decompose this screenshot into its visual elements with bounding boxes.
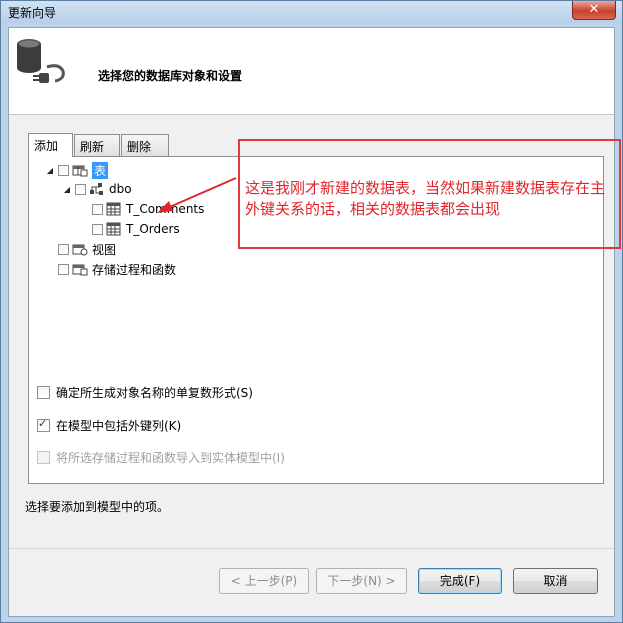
hint-text: 选择要添加到模型中的项。: [25, 500, 170, 514]
tab-refresh[interactable]: 刷新: [74, 134, 120, 156]
option-pluralize[interactable]: 确定所生成对象名称的单复数形式(S): [37, 383, 253, 401]
annotation-text: 这是我刚才新建的数据表，当然如果新建数据表存在主外键关系的话，相关的数据表都会出…: [245, 179, 606, 218]
table-icon: [106, 202, 121, 216]
foreign-keys-checkbox[interactable]: [37, 417, 50, 432]
next-button[interactable]: 下一步(N) >: [316, 568, 407, 594]
option-foreign-keys[interactable]: 在模型中包括外键列(K): [37, 416, 181, 434]
wizard-client: 选择您的数据库对象和设置 添加 刷新 删除 ◢ 表 ◢ dbo T_Orders…: [8, 27, 615, 617]
t-orders-checkbox[interactable]: [92, 223, 103, 235]
view-folder-icon: [72, 244, 88, 256]
foreign-keys-label[interactable]: 在模型中包括外键列(K): [56, 417, 181, 434]
pluralize-checkbox[interactable]: [37, 385, 50, 399]
tree-label-dbo[interactable]: dbo: [109, 182, 132, 196]
tree-node-views[interactable]: 视图: [58, 240, 116, 258]
dbo-checkbox[interactable]: [75, 183, 86, 195]
wizard-header: 选择您的数据库对象和设置: [9, 28, 614, 115]
annotation-callout: 这是我刚才新建的数据表，当然如果新建数据表存在主外键关系的话，相关的数据表都会出…: [238, 139, 621, 249]
finish-button[interactable]: 完成(F): [418, 568, 502, 594]
t-comments-checkbox[interactable]: [92, 203, 103, 215]
import-procs-label: 将所选存储过程和函数导入到实体模型中(I): [56, 450, 285, 465]
footer-divider: [9, 548, 614, 549]
title-bar[interactable]: 更新向导 ✕: [1, 1, 622, 23]
page-title: 选择您的数据库对象和设置: [98, 69, 243, 83]
database-plug-icon: [17, 39, 65, 83]
procedure-folder-icon: [72, 264, 88, 276]
window-title: 更新向导: [8, 6, 57, 20]
table-folder-icon: [72, 165, 88, 177]
views-checkbox[interactable]: [58, 243, 69, 255]
expand-arrow-icon[interactable]: ◢: [62, 185, 72, 194]
tree-node-t-orders[interactable]: T_Orders: [92, 220, 180, 238]
tree-node-procs[interactable]: 存储过程和函数: [58, 260, 176, 278]
schema-icon: [90, 183, 103, 195]
expand-arrow-icon[interactable]: ◢: [45, 166, 55, 175]
table-icon: [106, 222, 121, 236]
tree-label-t-orders[interactable]: T_Orders: [126, 222, 180, 236]
tree-label-procs[interactable]: 存储过程和函数: [92, 261, 176, 278]
procs-checkbox[interactable]: [58, 263, 69, 275]
prev-button[interactable]: < 上一步(P): [219, 568, 309, 594]
tree-node-dbo[interactable]: ◢ dbo: [62, 180, 132, 198]
tree-label-tables[interactable]: 表: [92, 161, 109, 179]
close-icon: ✕: [588, 2, 600, 17]
tables-checkbox[interactable]: [58, 164, 69, 176]
tab-delete[interactable]: 删除: [121, 134, 169, 156]
annotation-arrow-icon: [157, 177, 237, 213]
cancel-button[interactable]: 取消: [513, 568, 598, 594]
close-button[interactable]: ✕: [572, 1, 616, 20]
tree-label-views[interactable]: 视图: [92, 241, 116, 258]
wizard-window: 更新向导 ✕ 选择您的数据库对象和设置 添加 刷新 删除 ◢ 表 ◢ dbo T…: [0, 0, 623, 623]
import-procs-checkbox: [37, 450, 50, 464]
tree-node-tables[interactable]: ◢ 表: [45, 161, 109, 179]
pluralize-label[interactable]: 确定所生成对象名称的单复数形式(S): [56, 384, 253, 401]
tab-add[interactable]: 添加: [28, 133, 73, 157]
option-import-procs: 将所选存储过程和函数导入到实体模型中(I): [37, 448, 285, 466]
